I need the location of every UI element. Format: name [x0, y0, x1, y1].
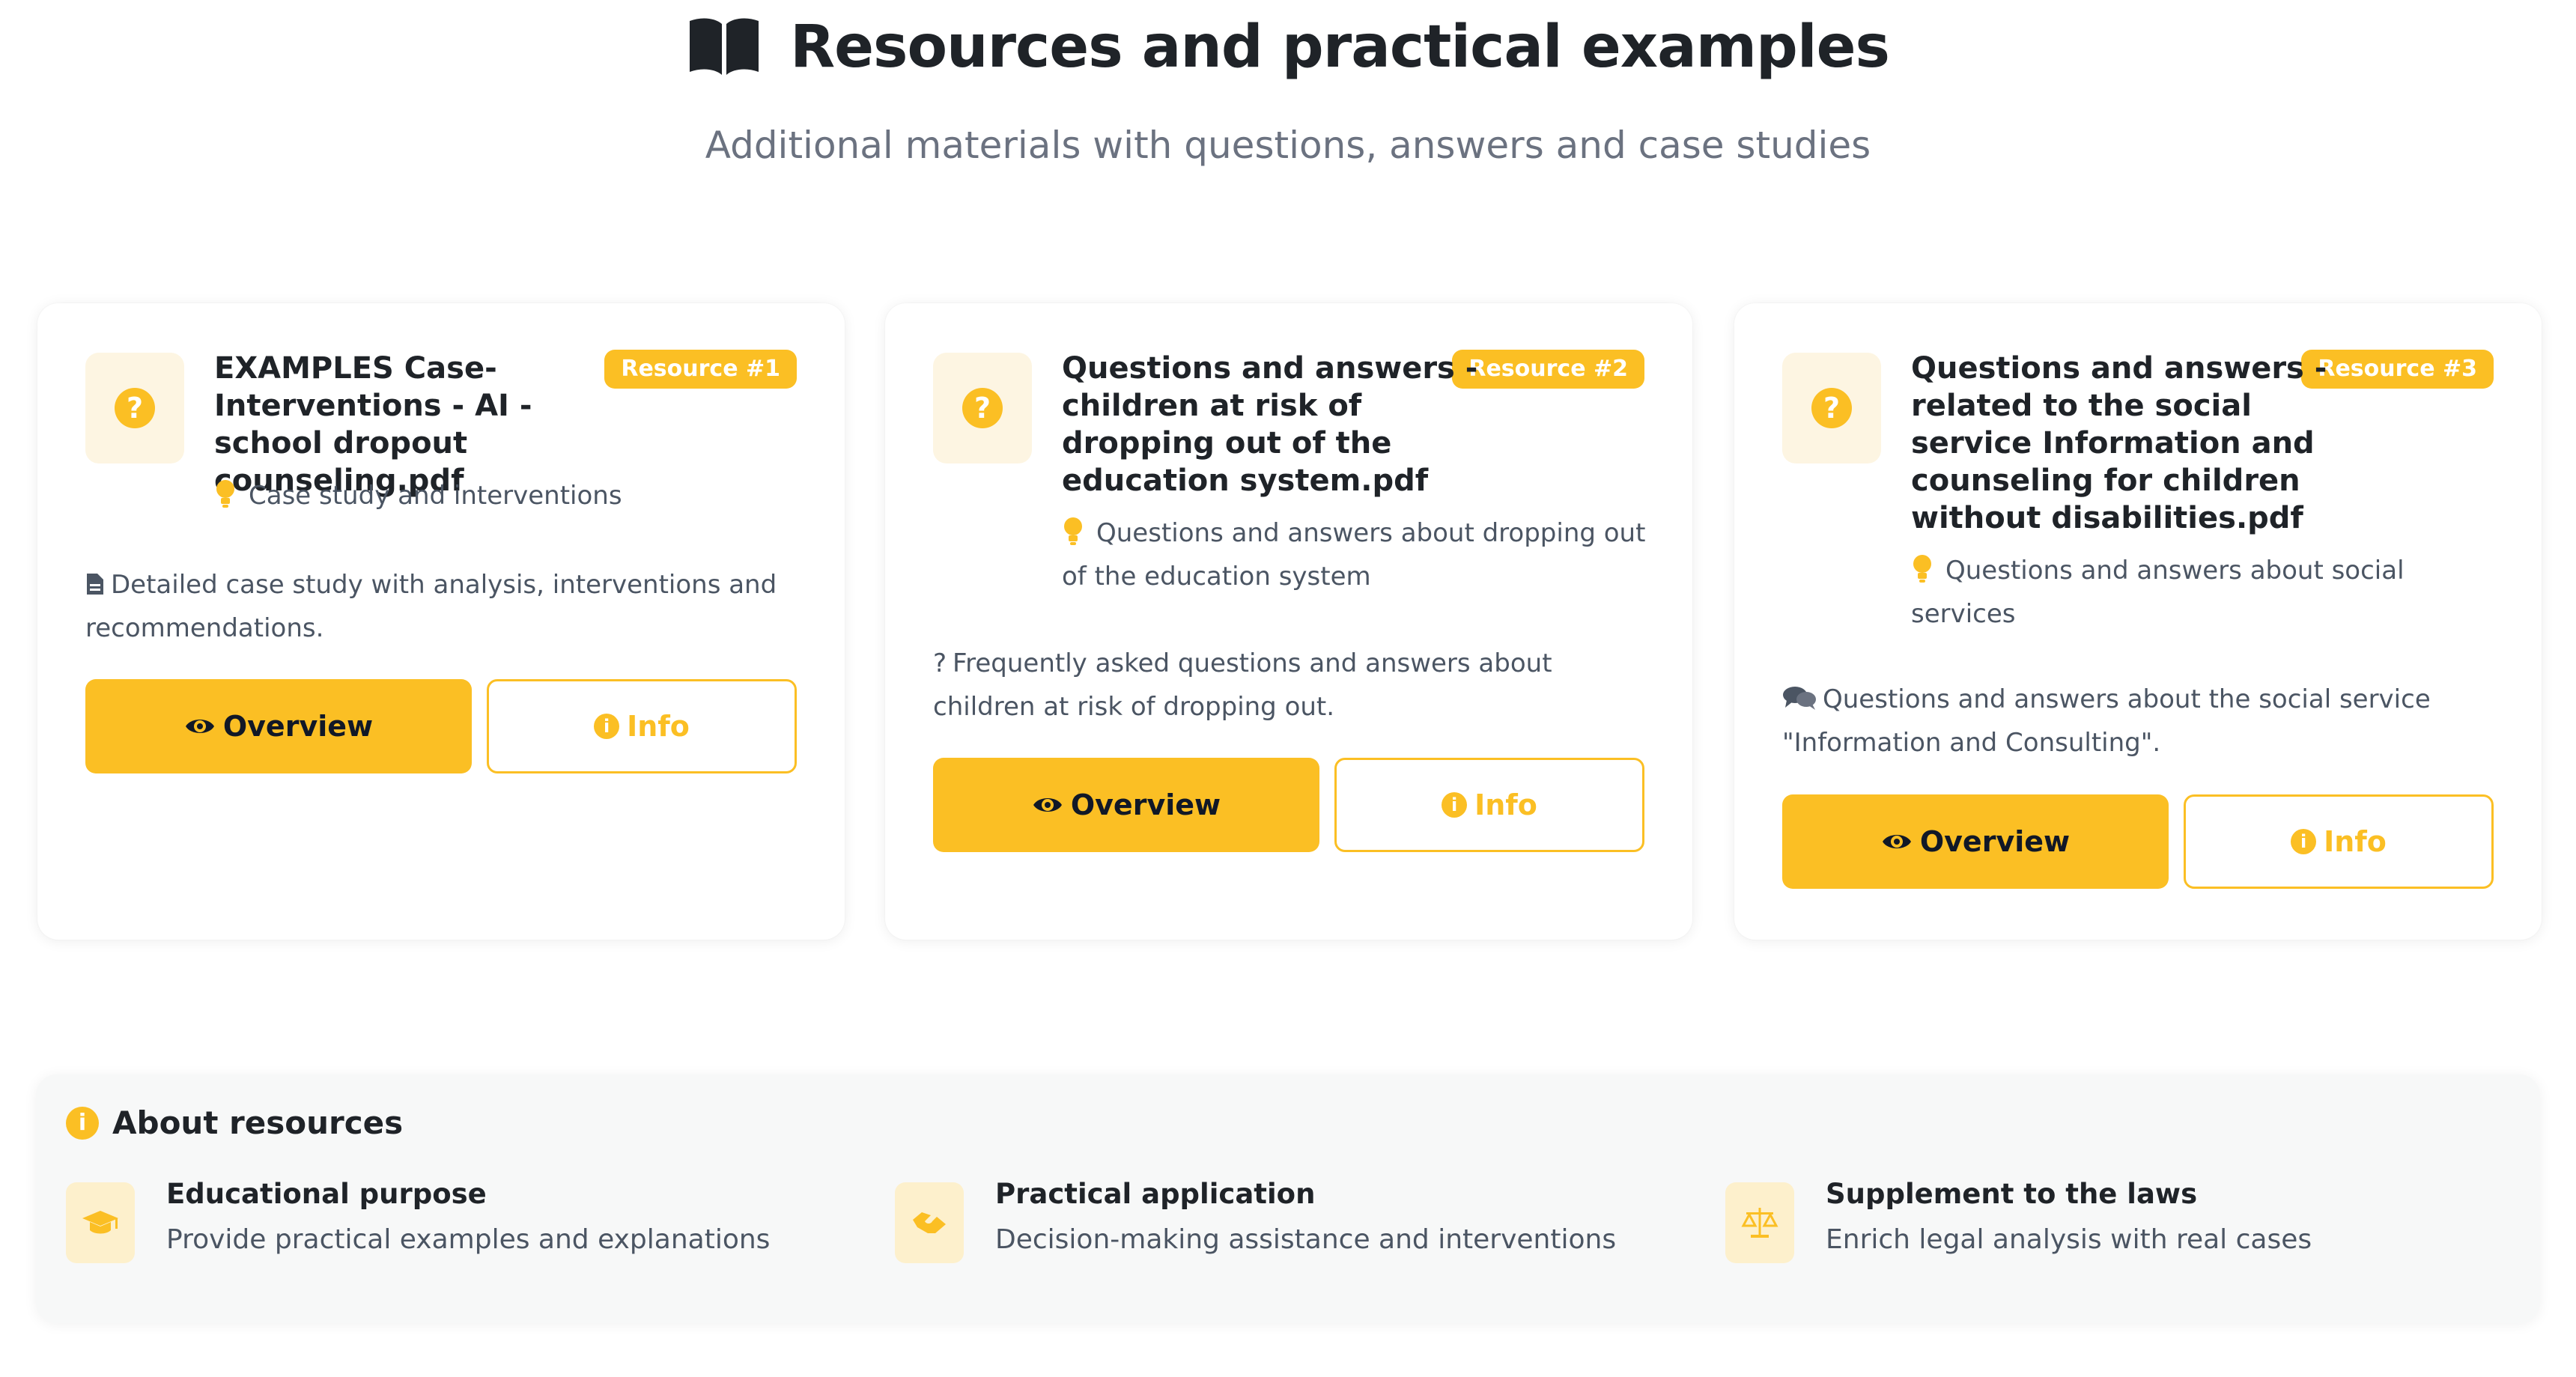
page-subtitle: Additional materials with questions, ans…	[705, 124, 1871, 167]
lightbulb-icon	[1913, 555, 1931, 583]
graduation-cap-icon	[66, 1182, 135, 1263]
resource-icon-box: ?	[1782, 353, 1881, 463]
feature-title: Practical application	[995, 1178, 1316, 1210]
resource-icon-box: ?	[85, 353, 184, 463]
overview-label: Overview	[1919, 825, 2071, 858]
lightbulb-icon	[216, 480, 234, 508]
feature-item: Practical application Decision-making as…	[895, 1173, 1689, 1286]
overview-button[interactable]: Overview	[1782, 794, 2169, 889]
resource-description-text: Questions and answers about the social s…	[1782, 684, 2431, 758]
info-label: Info	[627, 710, 690, 743]
resource-description-text: Frequently asked questions and answers a…	[933, 648, 1552, 722]
comments-icon	[1782, 678, 1817, 721]
scale-icon	[1725, 1182, 1794, 1263]
resource-subtitle: Questions and answers about dropping out…	[1062, 511, 1676, 598]
resource-description: Detailed case study with analysis, inter…	[85, 563, 804, 650]
page-title: Resources and practical examples	[790, 13, 1890, 81]
info-icon: i	[2291, 829, 2317, 854]
question-circle-icon: ?	[1811, 388, 1852, 428]
resource-subtitle: Case study and interventions	[214, 474, 813, 517]
overview-button[interactable]: Overview	[85, 679, 472, 773]
info-button[interactable]: i Info	[487, 679, 797, 773]
info-button[interactable]: i Info	[2184, 794, 2494, 889]
resource-subtitle-text: Questions and answers about social servi…	[1911, 556, 2405, 629]
resource-subtitle-text: Case study and interventions	[249, 481, 622, 511]
resource-title: Questions and answers - related to the s…	[1911, 351, 2327, 535]
info-button[interactable]: i Info	[1334, 758, 1644, 852]
feature-item: Educational purpose Provide practical ex…	[66, 1173, 860, 1286]
overview-button[interactable]: Overview	[933, 758, 1319, 852]
feature-text: Provide practical examples and explanati…	[166, 1224, 771, 1255]
eye-icon	[1033, 798, 1062, 812]
info-label: Info	[2324, 825, 2387, 858]
book-open-icon	[690, 18, 759, 75]
resource-description-text: Detailed case study with analysis, inter…	[85, 570, 777, 643]
question-icon: ?	[933, 648, 947, 678]
feature-text: Decision-making assistance and intervent…	[995, 1224, 1617, 1255]
overview-label: Overview	[222, 710, 374, 743]
about-title: About resources	[112, 1104, 404, 1141]
question-circle-icon: ?	[962, 388, 1003, 428]
resource-card: ? Resource #1 EXAMPLES Case-Intervention…	[37, 303, 845, 940]
resource-description: Questions and answers about the social s…	[1782, 678, 2501, 765]
resource-subtitle-text: Questions and answers about dropping out…	[1062, 518, 1646, 592]
info-icon: i	[594, 714, 620, 739]
resource-card: ? Resource #3 Questions and answers - re…	[1734, 303, 2542, 940]
eye-icon	[1882, 835, 1911, 848]
file-icon	[85, 563, 105, 607]
resource-card: ? Resource #2 Questions and answers - ch…	[885, 303, 1692, 940]
feature-title: Educational purpose	[166, 1178, 487, 1210]
handshake-icon	[895, 1182, 964, 1263]
about-header: i About resources	[66, 1104, 403, 1141]
resource-description: ? Frequently asked questions and answers …	[933, 642, 1652, 729]
info-icon: i	[66, 1106, 99, 1140]
feature-title: Supplement to the laws	[1826, 1178, 2198, 1210]
feature-text: Enrich legal analysis with real cases	[1826, 1224, 2312, 1255]
info-icon: i	[1442, 792, 1468, 818]
eye-icon	[185, 720, 214, 733]
resource-title: Questions and answers - children at risk…	[1062, 351, 1478, 498]
overview-label: Overview	[1070, 788, 1221, 821]
feature-item: Supplement to the laws Enrich legal anal…	[1725, 1173, 2519, 1286]
resource-icon-box: ?	[933, 353, 1032, 463]
resource-subtitle: Questions and answers about social servi…	[1911, 549, 2480, 636]
question-circle-icon: ?	[115, 388, 155, 428]
lightbulb-icon	[1064, 517, 1082, 545]
about-resources-panel: i About resources Educational purpose Pr…	[36, 1074, 2540, 1323]
title-row: Resources and practical examples	[0, 13, 2576, 81]
info-label: Info	[1474, 788, 1537, 821]
